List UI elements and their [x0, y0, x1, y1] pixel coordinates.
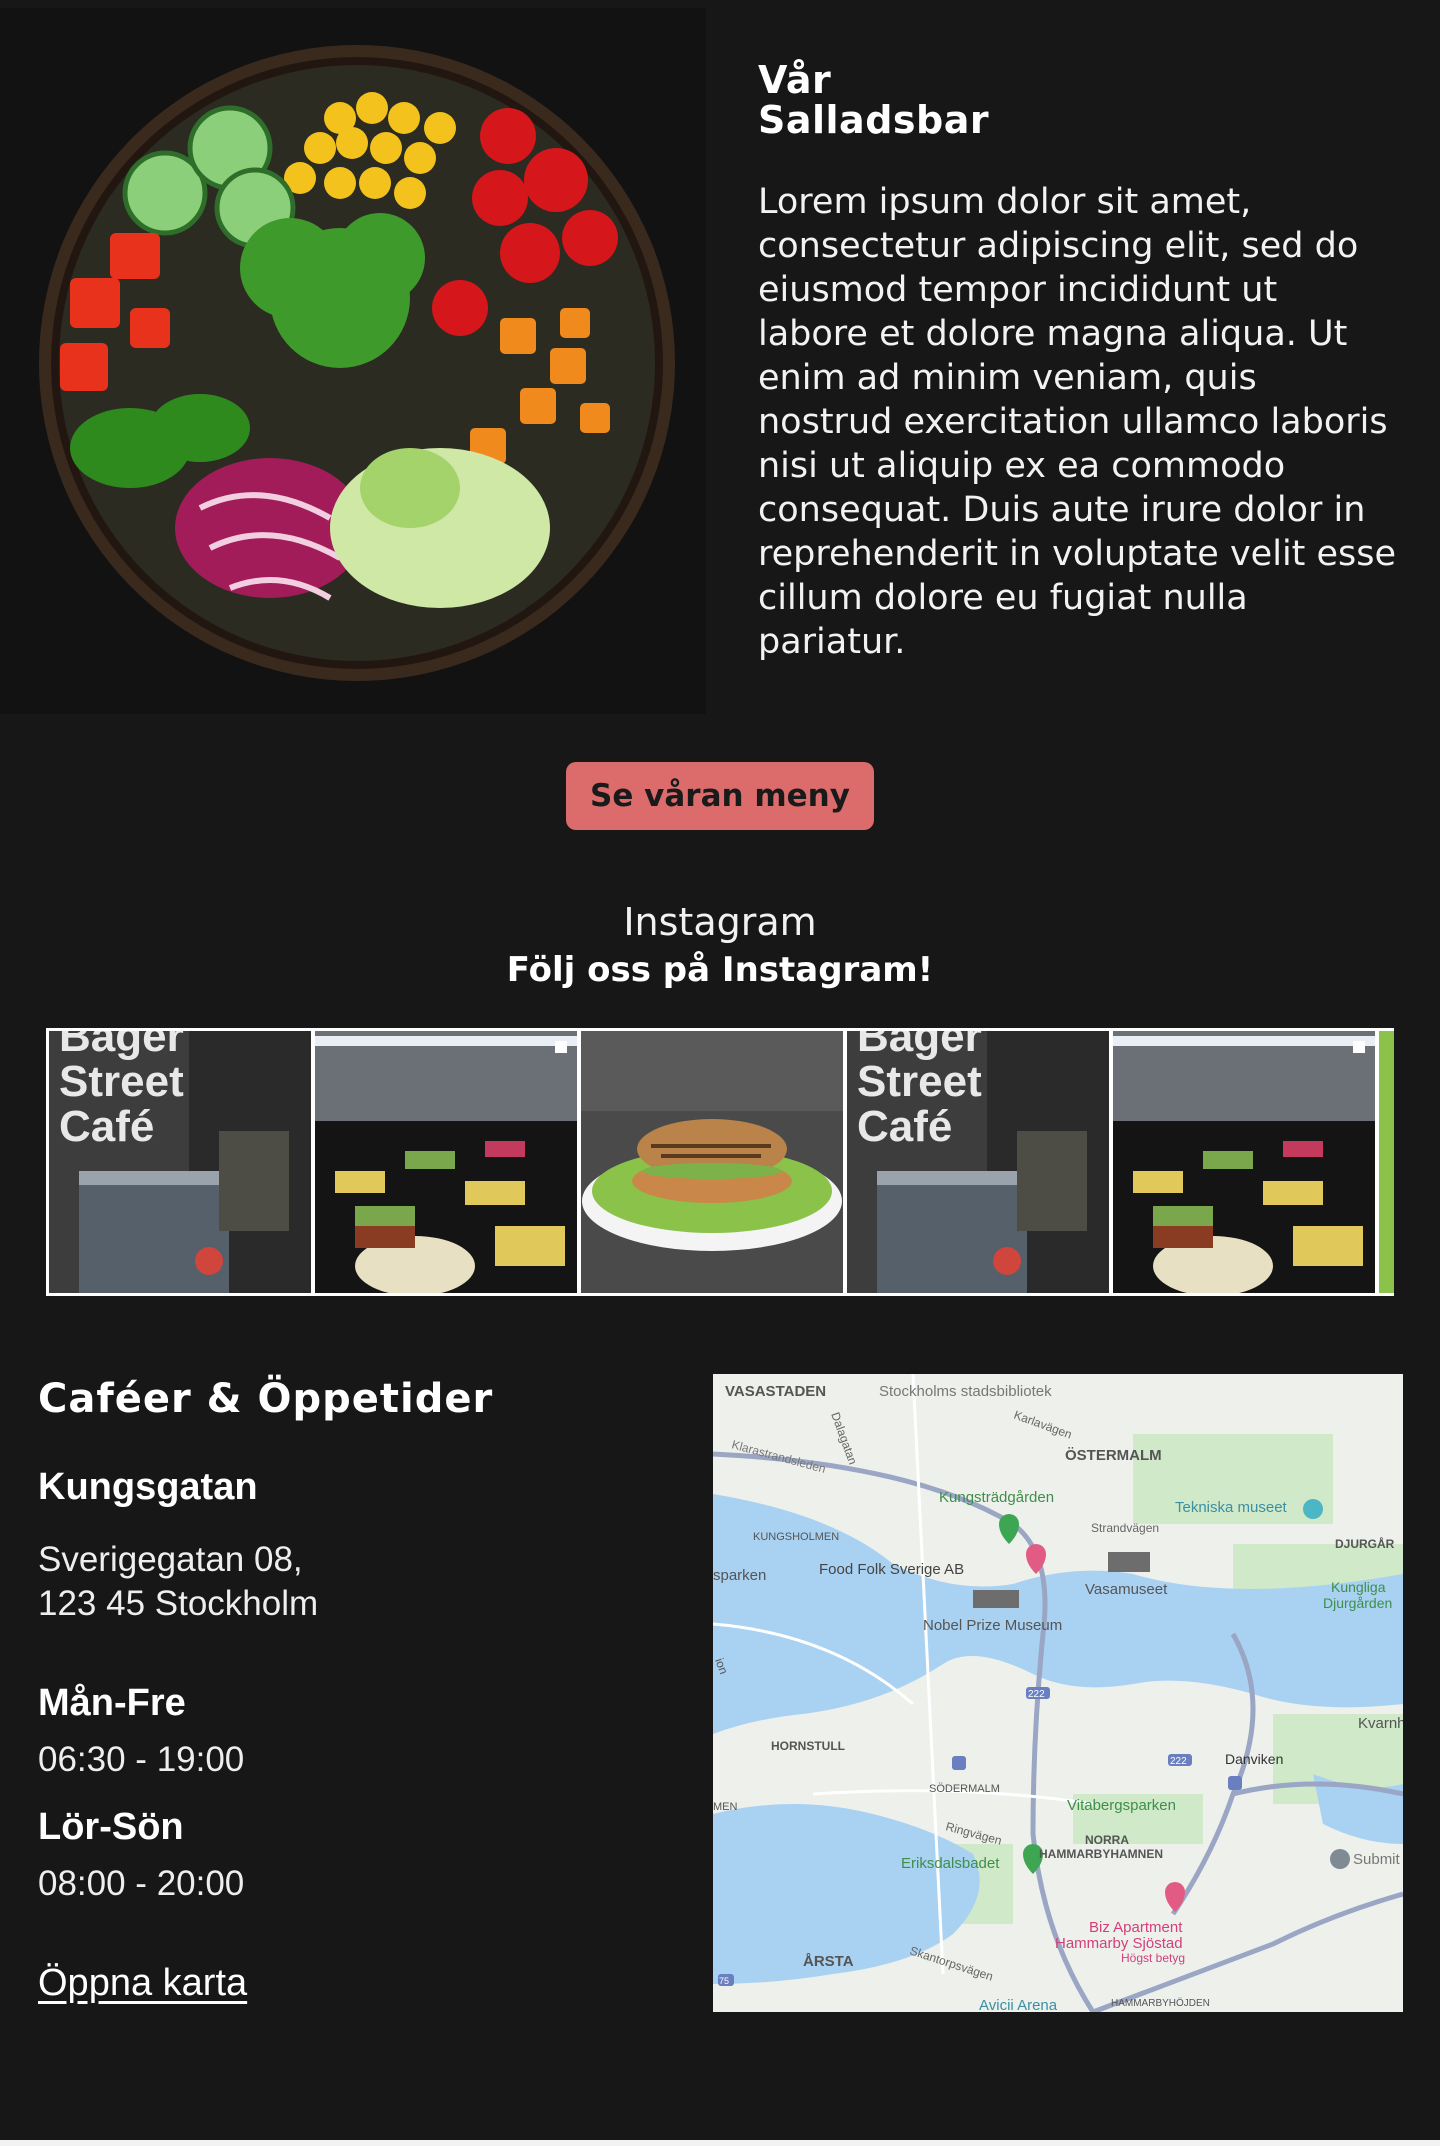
address-line-1: Sverigegatan 08,: [38, 1540, 303, 1579]
map-label: HAMMARBYHÖJDEN: [1111, 1997, 1210, 2009]
map-label: Food Folk Sverige AB: [819, 1561, 964, 1578]
map-label: Biz Apartment: [1089, 1919, 1183, 1936]
map-label: Eriksdalsbadet: [901, 1855, 1000, 1872]
map-label: HORNSTULL: [771, 1739, 845, 1753]
map-label: Avicii Arena: [979, 1997, 1058, 2012]
map-label: Strandvägen: [1091, 1521, 1159, 1535]
see-menu-button[interactable]: Se våran meny: [566, 762, 874, 830]
hero-title: Vår Salladsbar: [758, 60, 1398, 140]
salad-bowl-image: [0, 8, 706, 714]
address-line-2: 123 45 Stockholm: [38, 1584, 319, 1623]
map-label: VASASTADEN: [725, 1383, 826, 1400]
salad-bar-image: [315, 1031, 577, 1293]
instagram-post-3[interactable]: [581, 1031, 843, 1293]
instagram-post-partial: [1379, 1031, 1394, 1293]
hero-title-line2: Salladsbar: [758, 98, 990, 142]
cafe-interior-image: Bager Street Café: [847, 1031, 1109, 1293]
burger-image: [581, 1031, 843, 1293]
salad-bowl-icon: [0, 8, 706, 714]
cafe-sign-word-3: Café: [857, 1102, 952, 1151]
map-label: KUNGSHOLMEN: [753, 1531, 839, 1543]
instagram-post-5[interactable]: [1113, 1031, 1375, 1293]
map-label: MEN: [713, 1801, 738, 1813]
map-label: Kungsträdgården: [939, 1489, 1054, 1506]
location-name: Kungsgatan: [38, 1466, 258, 1508]
address: Sverigegatan 08, 123 45 Stockholm: [38, 1538, 318, 1626]
weekend-label: Lör-Sön: [38, 1806, 184, 1848]
weekday-label: Mån-Fre: [38, 1682, 186, 1724]
cafe-sign-word-2: Street: [59, 1057, 184, 1106]
instagram-post-1[interactable]: Bager Street Café: [49, 1031, 311, 1293]
instagram-subheading: Följ oss på Instagram!: [506, 950, 934, 990]
weekday-hours: 06:30 - 19:00: [38, 1740, 245, 1779]
instagram-post-2[interactable]: [315, 1031, 577, 1293]
salad-bar-image: [1113, 1031, 1375, 1293]
route-shield-label: 222: [1170, 1756, 1187, 1767]
route-shield-label: 75: [719, 1976, 729, 1986]
cafe-interior-image: Bager Street Café: [49, 1031, 311, 1293]
map-label: Kvarnh: [1358, 1715, 1403, 1732]
map-label: ÖSTERMALM: [1065, 1447, 1162, 1464]
map-label: SÖDERMALM: [929, 1783, 1000, 1795]
hero-section: Vår Salladsbar Lorem ipsum dolor sit ame…: [0, 0, 1440, 714]
map-label: Högst betyg: [1121, 1951, 1185, 1965]
map-label: ÅRSTA: [803, 1953, 854, 1970]
cafe-sign-word-2: Street: [857, 1057, 982, 1106]
map-label: HAMMARBYHAMNEN: [1039, 1847, 1163, 1861]
map-label: Vitabergsparken: [1067, 1797, 1176, 1814]
map-label: Hammarby Sjöstad: [1055, 1935, 1183, 1952]
map-canvas: VASASTADEN Stockholms stadsbibliotek Kar…: [713, 1374, 1403, 2012]
map-label: Danviken: [1225, 1751, 1283, 1767]
location-map[interactable]: VASASTADEN Stockholms stadsbibliotek Kar…: [713, 1374, 1403, 2012]
map-label: sparken: [713, 1567, 766, 1584]
map-label: NORRA: [1085, 1833, 1129, 1847]
map-label: Submit: [1353, 1851, 1401, 1868]
map-label: Djurgården: [1323, 1595, 1392, 1611]
route-shield-label: 222: [1028, 1689, 1045, 1700]
weekend-hours: 08:00 - 20:00: [38, 1864, 245, 1903]
open-map-link[interactable]: Öppna karta: [38, 1962, 247, 2005]
map-label: DJURGÅR: [1335, 1536, 1395, 1551]
instagram-post-4[interactable]: Bager Street Café: [847, 1031, 1109, 1293]
map-label: Kungliga: [1331, 1579, 1386, 1595]
hero-text-block: Vår Salladsbar Lorem ipsum dolor sit ame…: [758, 60, 1398, 664]
hero-description: Lorem ipsum dolor sit amet, consectetur …: [758, 182, 1397, 662]
map-label: Stockholms stadsbibliotek: [879, 1383, 1052, 1400]
map-label: Nobel Prize Museum: [923, 1617, 1062, 1634]
map-label: Vasamuseet: [1085, 1581, 1168, 1598]
instagram-feed: Bager Street Café Bager Street Café: [46, 1028, 1394, 1296]
hero-title-line1: Vår: [758, 58, 832, 102]
cafes-hours-title: Caféer & Öppetider: [38, 1376, 494, 1422]
footer-divider: [0, 2140, 1440, 2146]
instagram-heading: Instagram: [623, 900, 817, 944]
cafe-sign-word-3: Café: [59, 1102, 154, 1151]
map-label: Tekniska museet: [1175, 1499, 1288, 1516]
